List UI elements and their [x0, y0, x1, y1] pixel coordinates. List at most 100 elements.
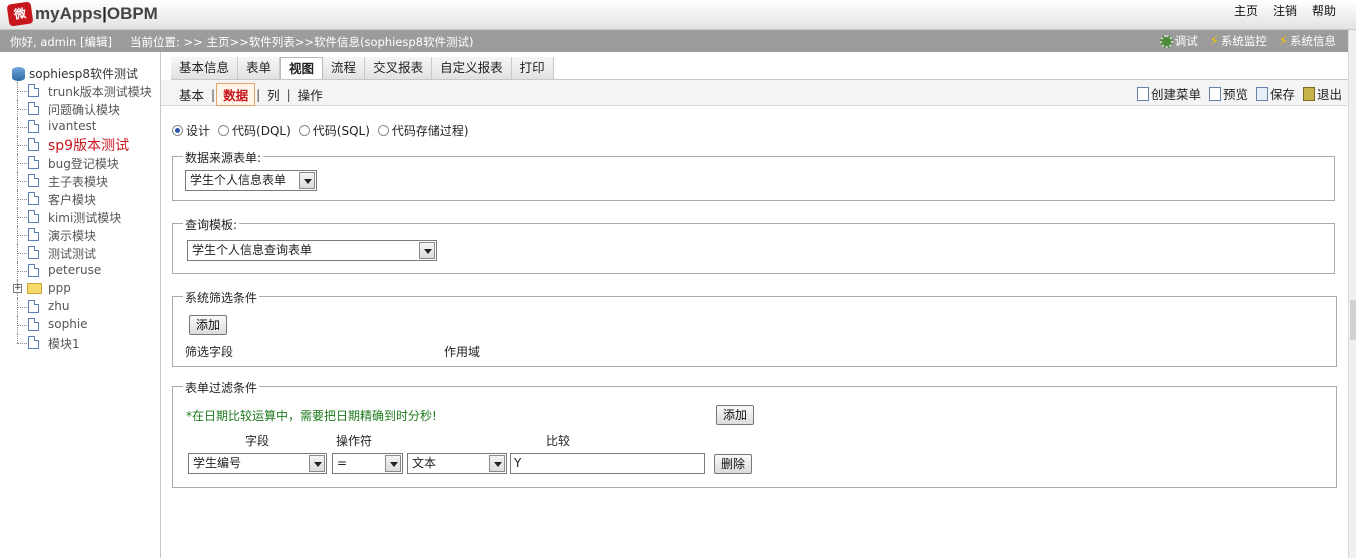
tree-item-label: trunk版本测试模块: [48, 85, 152, 99]
select-value: 文本: [412, 456, 437, 470]
tree-item[interactable]: ivantest: [0, 118, 160, 136]
tab-custom-report[interactable]: 自定义报表: [432, 57, 512, 79]
tree-item-label: ivantest: [48, 119, 97, 133]
radio-dot: [377, 125, 389, 136]
column-header-compare: 比较: [546, 434, 571, 448]
document-icon: [28, 246, 39, 259]
tree-item[interactable]: bug登记模块: [0, 154, 160, 172]
tab-flow[interactable]: 流程: [323, 57, 366, 79]
radio-dql[interactable]: 代码(DQL): [218, 122, 291, 139]
column-header-operator: 操作符: [336, 434, 373, 448]
new-menu-icon: [1136, 86, 1149, 101]
add-form-filter-button[interactable]: 添加: [716, 405, 755, 425]
form-filter-fieldset: 表单过滤条件 *在日期比较运算中，需要把日期精确到时分秒! 添加 字段 操作符 …: [172, 379, 1337, 488]
tree-item[interactable]: 问题确认模块: [0, 100, 160, 118]
breadcrumb: 当前位置: >> 主页>>软件列表>>软件信息(sophiesp8软件测试): [130, 35, 474, 49]
tree-item-active[interactable]: sp9版本测试: [0, 136, 160, 154]
system-monitor-label: 系统监控: [1220, 34, 1267, 48]
document-icon: [28, 264, 39, 277]
document-icon: [28, 102, 39, 115]
filter-operator-select[interactable]: =: [332, 453, 403, 474]
tree-item[interactable]: kimi测试模块: [0, 208, 160, 226]
chevron-down-icon: [385, 455, 401, 472]
user-greeting[interactable]: 你好, admin [编辑]: [10, 34, 112, 50]
tree-item-label: zhu: [48, 299, 70, 313]
document-icon: [28, 336, 39, 349]
radio-sql[interactable]: 代码(SQL): [298, 122, 370, 139]
main-panel: 基本信息 表单 视图 流程 交叉报表 自定义报表 打印 基本 | 数据 | 列 …: [161, 52, 1348, 558]
tree-item-label: 客户模块: [48, 193, 97, 207]
tree-item[interactable]: 测试测试: [0, 244, 160, 262]
filter-value-input[interactable]: Y: [510, 453, 705, 474]
filter-type-select[interactable]: 文本: [407, 453, 507, 474]
main-tabs: 基本信息 表单 视图 流程 交叉报表 自定义报表 打印: [171, 57, 554, 79]
column-header-field: 字段: [245, 434, 270, 448]
document-icon: [28, 138, 39, 151]
subtab-divider: |: [211, 87, 216, 102]
subtab-basic[interactable]: 基本: [173, 84, 210, 105]
tree-item-label: peteruse: [48, 263, 102, 277]
system-monitor-button[interactable]: ⚡ 系统监控: [1210, 33, 1267, 49]
document-icon: [28, 300, 39, 313]
query-template-fieldset: 查询模板: 学生个人信息查询表单: [172, 216, 1335, 274]
home-link[interactable]: 主页: [1234, 2, 1258, 19]
bolt-icon: ⚡: [1278, 33, 1288, 49]
tree-item[interactable]: 演示模块: [0, 226, 160, 244]
sub-toolbar: 基本 | 数据 | 列 | 操作 创建菜单 预览 保存 退出: [161, 80, 1348, 106]
source-form-select[interactable]: 学生个人信息表单: [185, 170, 317, 191]
tree-item-folder[interactable]: + ppp: [0, 280, 160, 298]
tree-item[interactable]: peteruse: [0, 262, 160, 280]
document-icon: [28, 84, 39, 97]
tab-view[interactable]: 视图: [280, 57, 324, 79]
database-icon: [12, 66, 25, 81]
date-precision-note: *在日期比较运算中，需要把日期精确到时分秒!: [186, 409, 437, 423]
scrollbar-thumb[interactable]: [1350, 300, 1356, 340]
tree-item[interactable]: zhu: [0, 298, 160, 316]
tab-form[interactable]: 表单: [238, 57, 281, 79]
radio-label: 代码存储过程): [391, 124, 469, 138]
save-icon: [1255, 86, 1268, 101]
tree-root[interactable]: sophiesp8软件测试: [12, 65, 138, 82]
logout-link[interactable]: 注销: [1273, 2, 1297, 19]
preview-button[interactable]: 预览: [1208, 84, 1248, 103]
document-icon: [28, 192, 39, 205]
tab-print[interactable]: 打印: [511, 57, 554, 79]
add-system-filter-button[interactable]: 添加: [189, 315, 228, 335]
exit-button[interactable]: 退出: [1302, 84, 1342, 103]
mode-radio-group: 设计 代码(DQL) 代码(SQL) 代码存储过程): [172, 122, 473, 139]
create-menu-button[interactable]: 创建菜单: [1136, 84, 1201, 103]
tree-item-label: 模块1: [48, 337, 80, 351]
tab-basic-info[interactable]: 基本信息: [171, 57, 239, 79]
radio-dot: [172, 125, 183, 136]
help-link[interactable]: 帮助: [1312, 2, 1336, 19]
document-icon: [28, 174, 39, 187]
delete-filter-button[interactable]: 删除: [714, 454, 753, 474]
expand-icon[interactable]: +: [13, 284, 22, 293]
tree-item[interactable]: sophie: [0, 316, 160, 334]
system-info-button[interactable]: ⚡ 系统信息: [1279, 33, 1336, 49]
toolbar-actions: 创建菜单 预览 保存 退出: [1136, 84, 1342, 103]
vertical-scrollbar[interactable]: [1348, 30, 1356, 558]
tree-root-label: sophiesp8软件测试: [29, 67, 139, 81]
subtab-columns[interactable]: 列: [261, 84, 286, 105]
radio-procedure[interactable]: 代码存储过程): [377, 122, 469, 139]
tab-cross-report[interactable]: 交叉报表: [365, 57, 433, 79]
tree-item[interactable]: 模块1: [0, 334, 160, 352]
radio-design[interactable]: 设计: [172, 122, 210, 139]
source-form-fieldset: 数据来源表单: 学生个人信息表单: [172, 149, 1335, 201]
tree-item[interactable]: 主子表模块: [0, 172, 160, 190]
filter-field-select[interactable]: 学生编号: [188, 453, 327, 474]
app-logo[interactable]: 微 myApps|OBPM: [6, 1, 158, 27]
query-template-select[interactable]: 学生个人信息查询表单: [187, 240, 437, 261]
preview-icon: [1208, 86, 1221, 101]
tree-item[interactable]: trunk版本测试模块: [0, 82, 160, 100]
document-icon: [28, 318, 39, 331]
radio-dot: [298, 125, 310, 136]
subtab-operations[interactable]: 操作: [292, 84, 329, 105]
select-value: =: [337, 456, 348, 470]
tree-item[interactable]: 客户模块: [0, 190, 160, 208]
subtab-data[interactable]: 数据: [216, 83, 256, 106]
save-button[interactable]: 保存: [1255, 84, 1295, 103]
debug-button[interactable]: 调试: [1159, 33, 1198, 49]
radio-label: 代码(DQL): [232, 124, 291, 138]
